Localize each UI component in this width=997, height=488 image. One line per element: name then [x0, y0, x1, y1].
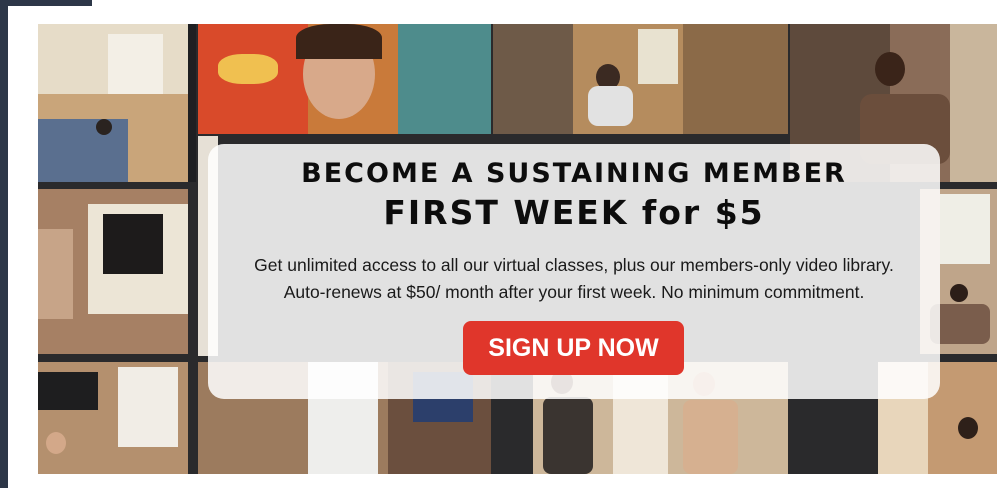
promo-description-line-2: Auto-renews at $50/ month after your fir…: [283, 282, 865, 302]
video-tile-instructor-painting: [198, 24, 491, 134]
page-top-tab: [0, 0, 92, 6]
page-left-border: [0, 0, 8, 488]
video-tile-piano-room: [38, 189, 188, 354]
promo-offer-headline: FIRST WEEK for $5: [383, 193, 765, 232]
video-tile-living-room: [493, 24, 788, 134]
membership-promo-card: BECOME A SUSTAINING MEMBER FIRST WEEK fo…: [208, 144, 940, 399]
video-tile-stretching-floor: [38, 24, 188, 182]
promo-banner: BECOME A SUSTAINING MEMBER FIRST WEEK fo…: [38, 24, 997, 474]
video-tile-bottom-tv-room: [38, 362, 188, 474]
promo-description-line-1: Get unlimited access to all our virtual …: [254, 255, 894, 275]
video-tile-dark-divider-1: [188, 24, 196, 182]
promo-description: Get unlimited access to all our virtual …: [208, 252, 940, 306]
promo-headline: BECOME A SUSTAINING MEMBER: [301, 158, 847, 189]
sign-up-now-button[interactable]: SIGN UP NOW: [463, 321, 684, 375]
